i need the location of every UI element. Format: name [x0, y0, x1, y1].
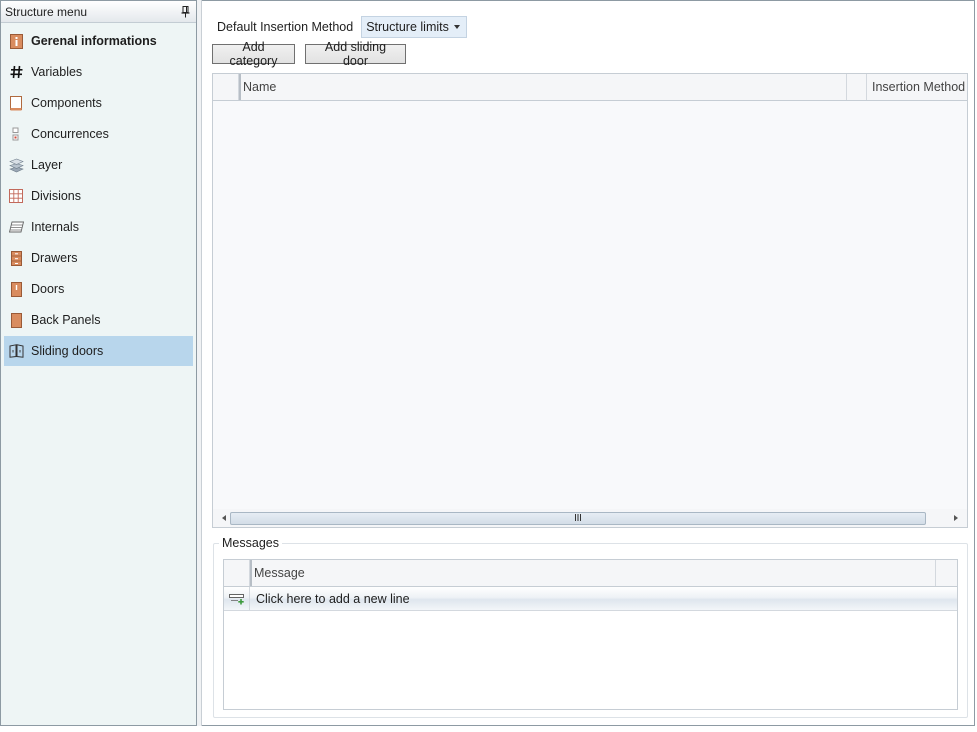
component-icon: [8, 95, 24, 111]
messages-grid-header: Message: [224, 560, 957, 587]
sidebar-item-label: Divisions: [31, 189, 82, 203]
horizontal-scrollbar[interactable]: [213, 509, 967, 527]
scroll-right-icon[interactable]: [949, 511, 963, 525]
column-header-blank: [846, 74, 867, 100]
grid-body: [213, 101, 967, 509]
sliding-door-icon: [8, 343, 24, 359]
messages-grid: Message Click here to add a new line: [223, 559, 958, 710]
sidebar-item-divisions[interactable]: Divisions: [4, 181, 193, 211]
back-panel-icon: [8, 312, 24, 328]
default-insertion-label: Default Insertion Method: [217, 20, 354, 34]
sidebar-item-variables[interactable]: Variables: [4, 57, 193, 87]
sidebar-item-label: Back Panels: [31, 313, 101, 327]
sidebar-item-internals[interactable]: Internals: [4, 212, 193, 242]
default-insertion-dropdown[interactable]: Structure limits: [361, 16, 468, 38]
structure-menu-panel: Structure menu Gerenal informations Vari…: [0, 0, 197, 726]
add-row-icon: [224, 586, 250, 611]
column-header-message[interactable]: Message: [254, 560, 305, 586]
concurrence-icon: [8, 126, 24, 142]
structure-menu-list: Gerenal informations Variables Component…: [1, 23, 196, 366]
column-header-blank: [935, 560, 957, 586]
default-insertion-value: Structure limits: [366, 20, 449, 34]
shelf-icon: [8, 219, 24, 235]
sidebar-item-general-informations[interactable]: Gerenal informations: [4, 26, 193, 56]
grid-header: Name Insertion Method: [213, 74, 967, 101]
add-new-line-label: Click here to add a new line: [256, 591, 410, 606]
sliding-doors-grid: Name Insertion Method: [212, 73, 968, 528]
sidebar-item-label: Layer: [31, 158, 63, 172]
sidebar-item-label: Concurrences: [31, 127, 109, 141]
add-category-button[interactable]: Add category: [212, 40, 295, 68]
sidebar-item-doors[interactable]: Doors: [4, 274, 193, 304]
grip-icon: [575, 514, 581, 523]
sidebar-item-label: Doors: [31, 282, 65, 296]
door-icon: [8, 281, 24, 297]
structure-menu-header: Structure menu: [1, 1, 196, 23]
scroll-left-icon[interactable]: [217, 511, 231, 525]
column-header-name[interactable]: Name: [243, 74, 276, 100]
structure-menu-title: Structure menu: [5, 4, 88, 19]
messages-group: Messages Message Click here to add a new…: [213, 536, 968, 718]
add-sliding-door-button[interactable]: Add sliding door: [305, 40, 406, 68]
column-header-insertion-method[interactable]: Insertion Method: [872, 74, 965, 100]
sidebar-item-layer[interactable]: Layer: [4, 150, 193, 180]
hash-icon: [8, 64, 24, 80]
sidebar-item-drawers[interactable]: Drawers: [4, 243, 193, 273]
sidebar-item-label: Sliding doors: [31, 344, 104, 358]
sidebar-item-label: Variables: [31, 65, 83, 79]
default-insertion-row: Default Insertion Method Structure limit…: [217, 16, 468, 38]
sliding-doors-content: Default Insertion Method Structure limit…: [202, 0, 975, 726]
sidebar-item-concurrences[interactable]: Concurrences: [4, 119, 193, 149]
sidebar-item-components[interactable]: Components: [4, 88, 193, 118]
sidebar-item-label: Drawers: [31, 251, 78, 265]
scrollbar-thumb[interactable]: [230, 512, 926, 525]
row-selector-header: [213, 74, 241, 100]
dropdown-arrow-icon: [454, 25, 461, 29]
pin-icon[interactable]: [180, 5, 190, 19]
sidebar-item-label: Components: [31, 96, 102, 110]
info-panel-icon: [8, 33, 24, 49]
row-selector-header: [224, 560, 252, 586]
sidebar-item-label: Internals: [31, 220, 79, 234]
sidebar-item-sliding-doors[interactable]: Sliding doors: [4, 336, 193, 366]
drawers-icon: [8, 250, 24, 266]
layers-icon: [8, 157, 24, 173]
messages-group-label: Messages: [219, 536, 282, 550]
sidebar-item-label: Gerenal informations: [31, 34, 157, 48]
sidebar-item-back-panels[interactable]: Back Panels: [4, 305, 193, 335]
grid-divisions-icon: [8, 188, 24, 204]
add-new-line-row[interactable]: Click here to add a new line: [224, 586, 957, 611]
